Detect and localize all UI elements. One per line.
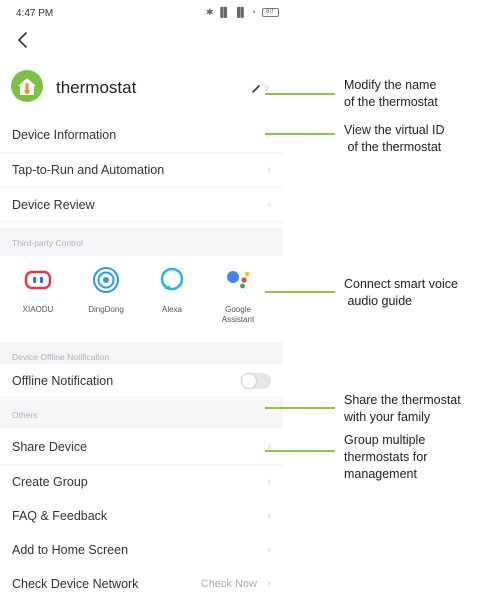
- device-review-label: Device Review: [12, 198, 95, 212]
- xiaodu-label: XIAODU: [22, 305, 54, 314]
- create-group-row[interactable]: Create Group ›: [0, 465, 283, 500]
- offline-notification-label: Offline Notification: [12, 374, 114, 388]
- signal-wifi-icons: ✱ ▐▌ ▐▌ ◔: [206, 7, 257, 17]
- phone-screen: 4:47 PM ✱ ▐▌ ▐▌ ◔ 80 thermostat Device I…: [0, 0, 283, 602]
- section-third-party: Third-party Control: [0, 228, 283, 256]
- xiaodu-icon: [24, 270, 52, 290]
- callout-leader-id: [265, 133, 335, 135]
- chevron-right-icon: ›: [267, 476, 271, 488]
- callout-share: Share the thermostat with your family: [344, 393, 461, 424]
- callout-modify-name: Modify the name of the thermostat: [344, 78, 438, 109]
- tap-to-run-row[interactable]: Tap-to-Run and Automation ›: [0, 153, 283, 188]
- callout-leader-voice: [265, 291, 335, 293]
- share-device-label: Share Device: [12, 440, 88, 454]
- device-review-row[interactable]: Device Review ›: [0, 188, 283, 223]
- alexa-button[interactable]: Alexa: [142, 257, 202, 337]
- back-arrow-icon[interactable]: [12, 29, 34, 51]
- battery-icon: 80: [261, 8, 279, 18]
- chevron-right-icon: ›: [267, 129, 271, 141]
- section-label: Device Offline Notification: [12, 352, 110, 362]
- check-network-row[interactable]: Check Device Network Check Now ›: [0, 567, 283, 601]
- dingdong-icon: [93, 267, 119, 293]
- dingdong-button[interactable]: DingDong: [76, 257, 136, 337]
- callout-leader-name: [265, 93, 335, 95]
- chevron-right-icon: ›: [267, 164, 271, 176]
- device-name: thermostat: [56, 78, 137, 97]
- create-group-label: Create Group: [12, 475, 88, 489]
- alexa-label: Alexa: [161, 305, 182, 314]
- check-now-text[interactable]: Check Now: [201, 578, 257, 590]
- faq-feedback-label: FAQ & Feedback: [12, 509, 108, 523]
- alexa-icon: [160, 267, 184, 291]
- toggle-knob: [242, 374, 256, 388]
- callout-leader-share: [265, 407, 335, 409]
- offline-notification-row: Offline Notification: [0, 364, 283, 399]
- status-bar: 4:47 PM ✱ ▐▌ ▐▌ ◔ 80: [0, 0, 283, 24]
- device-name-row[interactable]: thermostat: [0, 66, 283, 112]
- callout-leader-group: [265, 450, 335, 452]
- check-network-label: Check Device Network: [12, 577, 139, 591]
- thermostat-device-icon: [11, 70, 43, 102]
- offline-notification-toggle[interactable]: [241, 373, 271, 389]
- google-assistant-icon: [227, 271, 249, 289]
- google-assistant-label: Google Assistant: [221, 305, 255, 324]
- chevron-right-icon: ›: [267, 578, 271, 590]
- third-party-control-row: XIAODU DingDong Alexa Google Assistant: [0, 257, 283, 337]
- share-device-row[interactable]: Share Device ›: [0, 430, 283, 465]
- status-time: 4:47 PM: [16, 8, 54, 19]
- chevron-right-icon: ›: [267, 199, 271, 211]
- section-label: Others: [12, 410, 38, 420]
- status-icons: ✱ ▐▌ ▐▌ ◔ 80: [206, 7, 279, 18]
- add-home-screen-row[interactable]: Add to Home Screen ›: [0, 533, 283, 568]
- add-home-screen-label: Add to Home Screen: [12, 543, 129, 557]
- section-label: Third-party Control: [12, 238, 83, 248]
- chevron-right-icon: ›: [267, 510, 271, 522]
- tap-to-run-label: Tap-to-Run and Automation: [12, 163, 165, 177]
- callout-voice: Connect smart voice audio guide: [344, 277, 458, 308]
- xiaodu-button[interactable]: XIAODU: [8, 257, 68, 337]
- device-information-row[interactable]: Device Information ›: [0, 118, 283, 153]
- callout-group: Group multiple thermostats for managemen…: [344, 433, 428, 481]
- faq-feedback-row[interactable]: FAQ & Feedback ›: [0, 499, 283, 534]
- dingdong-label: DingDong: [88, 305, 124, 314]
- chevron-right-icon: ›: [267, 544, 271, 556]
- callout-virtual-id: View the virtual ID of the thermostat: [344, 123, 445, 154]
- section-others: Others: [0, 400, 283, 428]
- google-assistant-button[interactable]: Google Assistant: [208, 257, 268, 337]
- device-information-label: Device Information: [12, 128, 117, 142]
